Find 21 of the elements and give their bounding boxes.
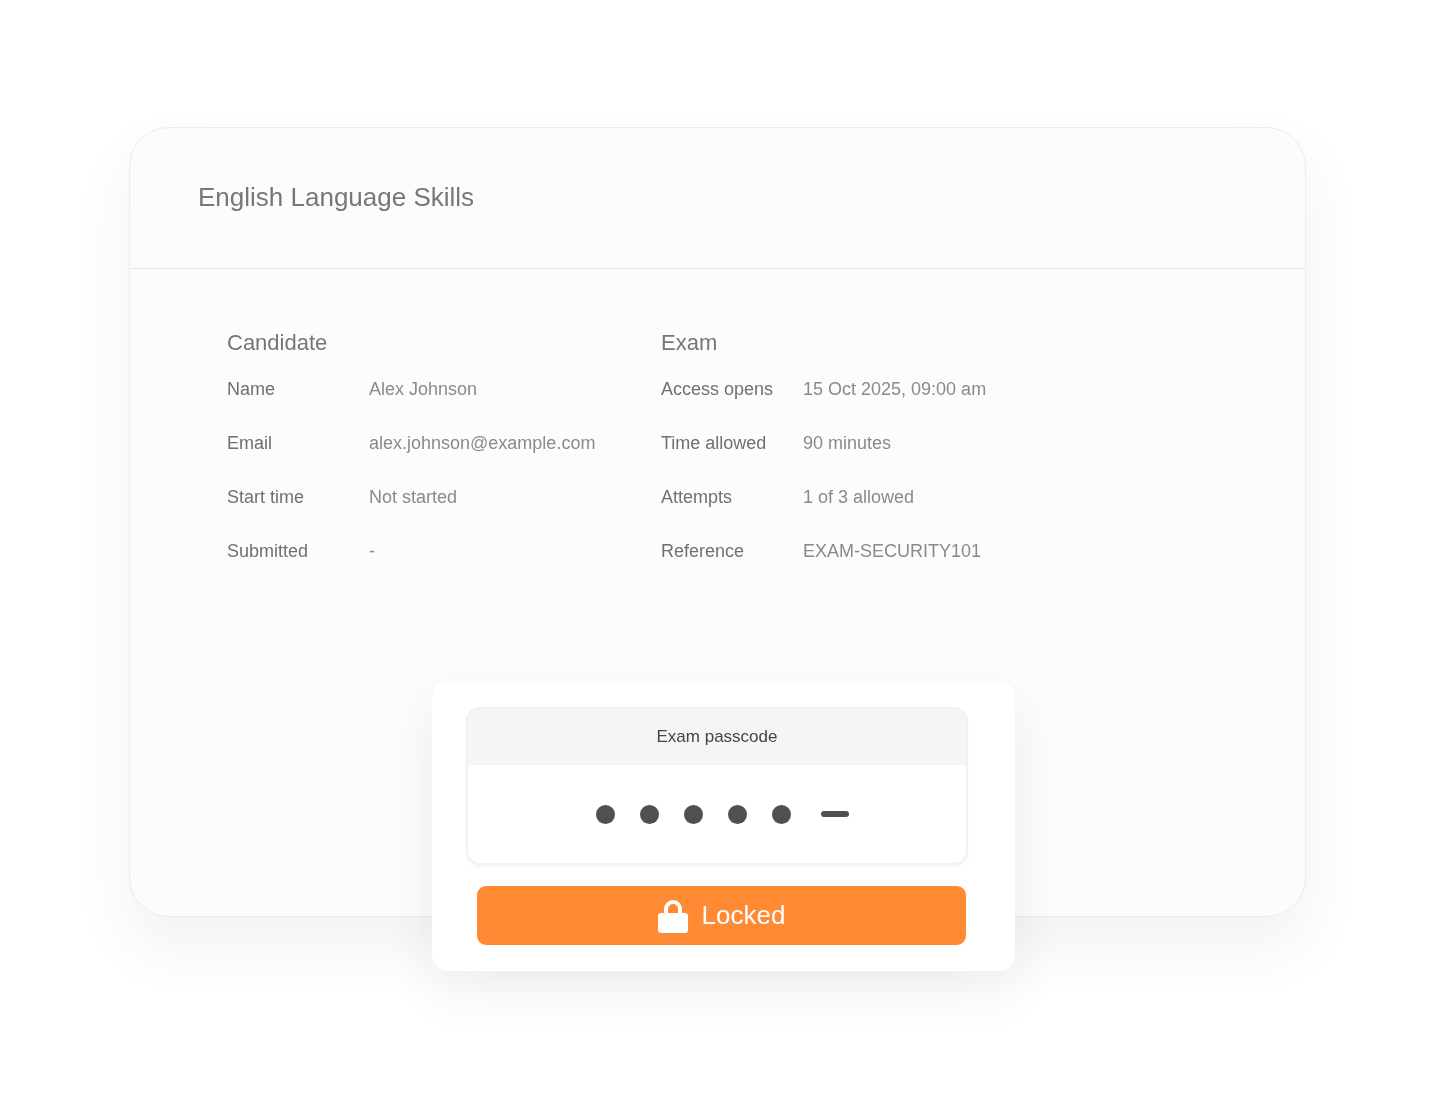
passcode-field[interactable]: Exam passcode	[468, 709, 966, 863]
field-label: Reference	[661, 540, 746, 563]
field-label: Name	[227, 378, 276, 401]
field-value: 15 Oct 2025, 09:00 am	[803, 378, 988, 401]
field-value: -	[369, 540, 376, 563]
field-value: 1 of 3 allowed	[803, 486, 916, 509]
field-label: Attempts	[661, 486, 734, 509]
field-label: Access opens	[661, 378, 775, 401]
field-value: 90 minutes	[803, 432, 893, 455]
exam-title: English Language Skills	[198, 181, 475, 214]
passcode-label: Exam passcode	[468, 709, 966, 765]
section-heading: Exam	[661, 329, 719, 357]
field-label: Email	[227, 432, 273, 455]
field-value: Not started	[369, 486, 459, 509]
field-label: Time allowed	[661, 432, 768, 455]
field-value: alex.johnson@example.com	[369, 432, 597, 455]
field-value: Alex Johnson	[369, 378, 479, 401]
field-label: Submitted	[227, 540, 310, 563]
field-label: Start time	[227, 486, 306, 509]
section-heading: Candidate	[227, 329, 329, 357]
field-value: EXAM-SECURITY101	[803, 540, 983, 563]
